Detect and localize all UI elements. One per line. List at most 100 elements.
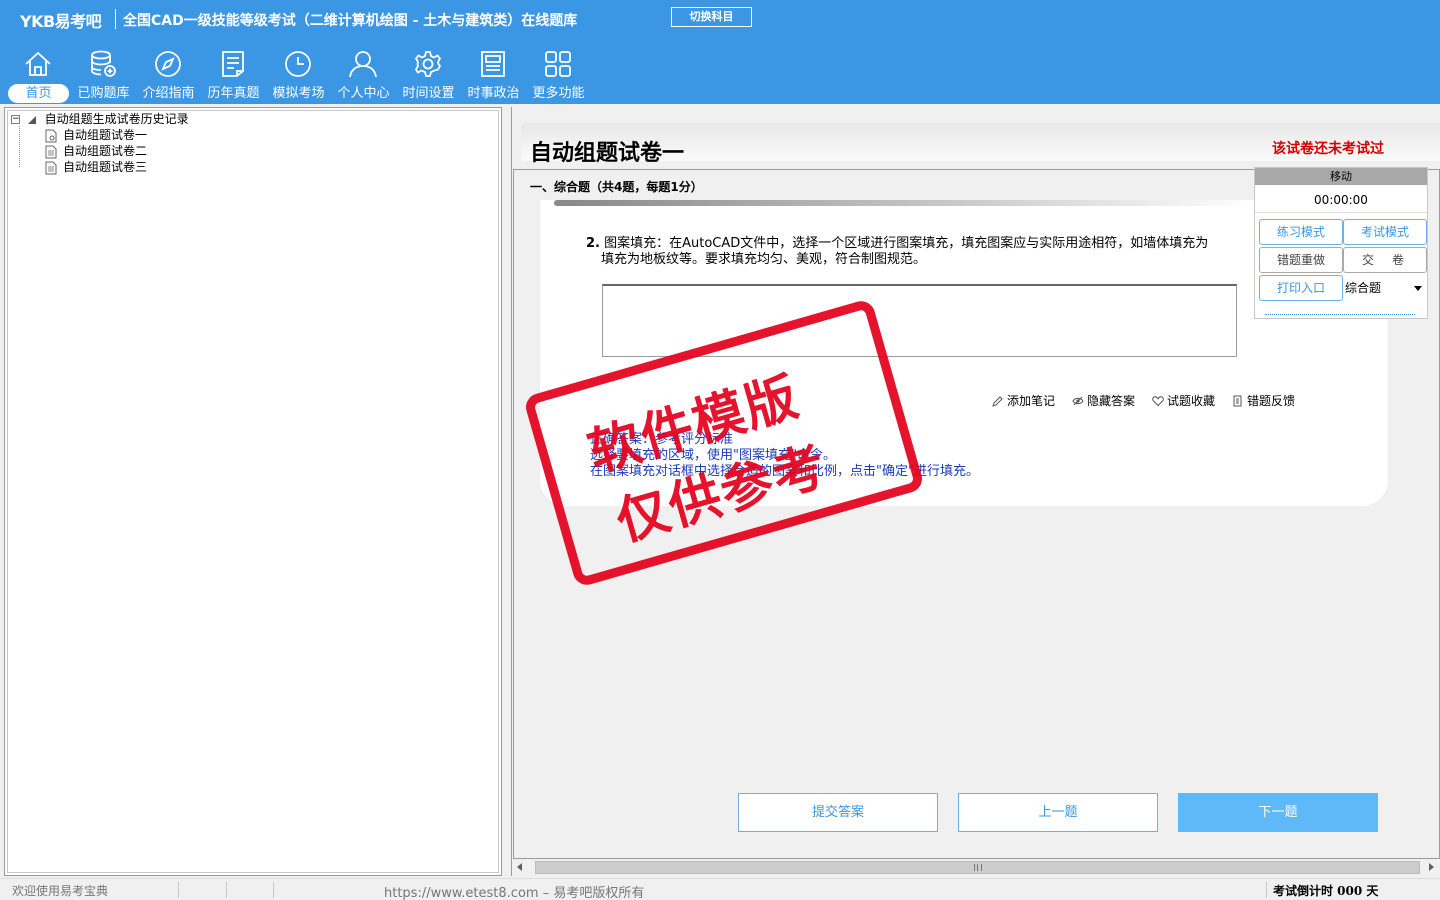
exam-control-panel: 移动 00:00:00 练习模式 考试模式 错题重做 交卷 打印入口 综合题 (1254, 167, 1428, 319)
practice-mode-button[interactable]: 练习模式 (1259, 219, 1343, 245)
paper-title: 自动组题试卷一 (530, 140, 685, 166)
nav-item-home[interactable]: 首页 (6, 46, 71, 104)
nav-label: 模拟考场 (272, 86, 325, 101)
tree-root-history[interactable]: − 自动组题生成试卷历史记录 (11, 111, 189, 127)
collapse-toggle-icon[interactable]: − (11, 115, 20, 124)
question-number: 2. (586, 236, 600, 251)
answer-line: 正确答案：参考评分标准 (590, 432, 734, 447)
document-edit-icon (45, 129, 57, 142)
database-icon (91, 50, 116, 77)
answer-input-area[interactable] (602, 284, 1237, 357)
add-note-button[interactable]: 添加笔记 (992, 392, 1055, 409)
tool-label: 隐藏答案 (1087, 394, 1136, 408)
nav-item-profile[interactable]: 个人中心 (331, 46, 396, 104)
question-text: 2. 图案填充：在AutoCAD文件中，选择一个区域进行图案填充，填充图案应与实… (586, 236, 1286, 268)
grip-icon (974, 864, 982, 871)
app-title: 全国CAD一级技能等级考试（二维计算机绘图 - 土木与建筑类）在线题库 (123, 13, 578, 29)
switch-subject-button[interactable]: 切换科目 (671, 7, 752, 27)
newspaper-icon (481, 51, 505, 77)
nav-label: 更多功能 (532, 86, 585, 101)
clock-icon (285, 51, 311, 77)
nav-label: 时间设置 (402, 86, 455, 101)
document-list-icon (222, 51, 244, 77)
tree-item-paper-1[interactable]: 自动组题试卷一 (45, 127, 147, 143)
nav-item-past-exams[interactable]: 历年真题 (201, 46, 266, 104)
compass-icon (155, 51, 181, 77)
favorite-question-button[interactable]: 试题收藏 (1152, 392, 1215, 409)
home-icon (25, 51, 51, 76)
status-divider (1266, 882, 1267, 898)
question-type-value: 综合题 (1345, 281, 1382, 295)
question-line-2: 填充为地板纹等。要求填充均匀、美观，符合制图规范。 (601, 252, 927, 267)
status-divider (273, 882, 274, 898)
section-heading: 一、综合题（共4题，每题1分） (530, 180, 703, 194)
tree-expanded-arrow-icon (27, 115, 36, 124)
paper-status: 该试卷还未考试过 (1272, 141, 1384, 157)
nav-item-guide[interactable]: 介绍指南 (136, 46, 201, 104)
status-welcome: 欢迎使用易考宝典 (12, 884, 109, 898)
tree-item-label: 自动组题试卷一 (63, 128, 148, 142)
tree-root-label: 自动组题生成试卷历史记录 (44, 112, 189, 126)
tool-label: 错题反馈 (1247, 394, 1296, 408)
hide-answer-button[interactable]: 隐藏答案 (1072, 392, 1135, 409)
nav-label: 介绍指南 (142, 86, 195, 101)
chevron-down-icon (1414, 286, 1422, 291)
correct-answer: 正确答案：参考评分标准 选择要填充的区域，使用"图案填充"命令。 在图案填充对话… (590, 432, 979, 480)
status-divider (226, 882, 227, 898)
previous-question-button[interactable]: 上一题 (958, 793, 1158, 832)
question-line-1: 图案填充：在AutoCAD文件中，选择一个区域进行图案填充，填充图案应与实际用途… (604, 236, 1209, 251)
user-icon (349, 51, 377, 78)
nav-item-time-settings[interactable]: 时间设置 (396, 46, 461, 104)
nav-item-more[interactable]: 更多功能 (526, 46, 591, 104)
status-bar: 欢迎使用易考宝典 https://www.etest8.com – 易考吧版权所… (0, 878, 1440, 900)
gear-icon (414, 51, 442, 77)
tree-item-paper-2[interactable]: 自动组题试卷二 (45, 143, 147, 159)
main-nav: 首页 已购题库 介绍指南 历年真题 模拟考场 个人中心 时间设置 时事政治 更多… (6, 46, 591, 104)
nav-label: 个人中心 (337, 86, 390, 101)
scrollbar-thumb[interactable] (535, 861, 1420, 874)
tree-connector (19, 126, 20, 167)
exam-countdown: 考试倒计时 000 天 (1273, 884, 1379, 898)
app-logo: YKB易考吧 (20, 12, 102, 31)
answer-line: 选择要填充的区域，使用"图案填充"命令。 (590, 448, 836, 463)
grid-icon (545, 51, 571, 77)
scroll-right-arrow-icon[interactable] (1429, 863, 1434, 871)
answer-line: 在图案填充对话框中选择合适的图案和比例，点击"确定"进行填充。 (590, 464, 979, 479)
tree-item-paper-3[interactable]: 自动组题试卷三 (45, 159, 147, 175)
submit-answer-button[interactable]: 提交答案 (738, 793, 938, 832)
nav-label: 历年真题 (207, 86, 260, 101)
scroll-left-arrow-icon[interactable] (517, 863, 522, 871)
logo-divider (115, 9, 116, 29)
panel-resize-handle[interactable] (1265, 314, 1415, 315)
tree-item-label: 自动组题试卷二 (63, 144, 148, 158)
move-handle[interactable]: 移动 (1255, 168, 1427, 185)
document-icon (45, 161, 57, 174)
nav-item-current-affairs[interactable]: 时事政治 (461, 46, 526, 104)
next-question-button[interactable]: 下一题 (1178, 793, 1378, 832)
nav-item-mock-exam[interactable]: 模拟考场 (266, 46, 331, 104)
question-tools: 添加笔记 隐藏答案 试题收藏 错题反馈 (992, 392, 1312, 409)
error-feedback-button[interactable]: 错题反馈 (1232, 392, 1295, 409)
nav-item-purchased[interactable]: 已购题库 (71, 46, 136, 104)
tool-label: 添加笔记 (1007, 394, 1056, 408)
history-tree-panel: − 自动组题生成试卷历史记录 自动组题试卷一 自动组题试卷二 自动组题试卷三 (4, 107, 502, 876)
eye-icon (1072, 396, 1084, 406)
print-entry-button[interactable]: 打印入口 (1259, 275, 1343, 301)
horizontal-scrollbar[interactable] (513, 859, 1438, 876)
status-url: https://www.etest8.com – 易考吧版权所有 (384, 886, 645, 900)
exam-mode-button[interactable]: 考试模式 (1343, 219, 1427, 245)
document-icon (45, 145, 57, 158)
tree-item-label: 自动组题试卷三 (63, 160, 148, 174)
exam-timer: 00:00:00 (1255, 188, 1427, 213)
pencil-icon (992, 396, 1003, 407)
nav-label: 首页 (8, 84, 69, 103)
feedback-icon (1233, 395, 1242, 407)
nav-label: 时事政治 (467, 86, 520, 101)
tool-label: 试题收藏 (1167, 394, 1216, 408)
heart-icon (1152, 396, 1164, 407)
app-header: YKB易考吧 全国CAD一级技能等级考试（二维计算机绘图 - 土木与建筑类）在线… (0, 0, 1440, 104)
question-type-select[interactable]: 综合题 (1345, 277, 1425, 299)
redo-wrong-button[interactable]: 错题重做 (1259, 247, 1343, 273)
submit-paper-button[interactable]: 交卷 (1343, 247, 1427, 273)
status-divider (178, 882, 179, 898)
